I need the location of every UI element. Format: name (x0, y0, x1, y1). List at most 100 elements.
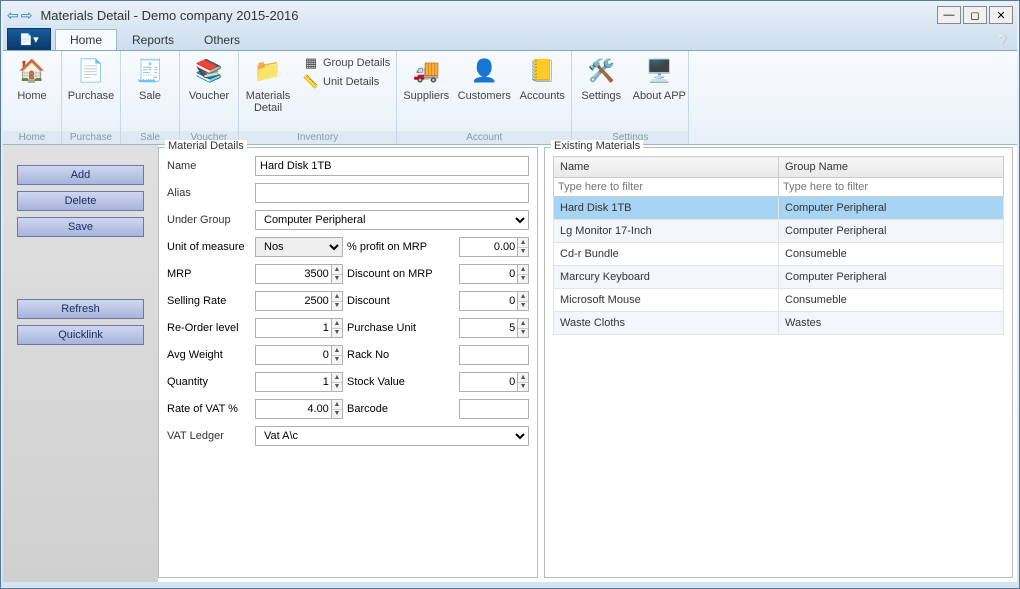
ribbon-settings-button[interactable]: 🛠️Settings (572, 51, 630, 131)
reorder-input[interactable] (255, 318, 331, 338)
label-stock-value: Stock Value (347, 376, 455, 388)
minimize-button[interactable]: ― (937, 6, 961, 24)
spinner[interactable]: ▲▼ (517, 237, 529, 257)
avg-weight-input[interactable] (255, 345, 331, 365)
app-menu-button[interactable]: 📄▾ (7, 28, 51, 50)
table-row[interactable]: Marcury KeyboardComputer Peripheral (554, 266, 1004, 289)
purchase-unit-input[interactable] (459, 318, 517, 338)
spinner[interactable]: ▲▼ (517, 264, 529, 284)
ribbon-suppliers-button[interactable]: 🚚Suppliers (397, 51, 455, 131)
nav-forward-icon[interactable]: ⇨ (21, 7, 33, 24)
table-row[interactable]: Lg Monitor 17-InchComputer Peripheral (554, 220, 1004, 243)
add-button[interactable]: Add (17, 165, 144, 185)
pct-profit-input[interactable] (459, 237, 517, 257)
ribbon-tabs: 📄▾ Home Reports Others ❔ (3, 27, 1017, 51)
nav-back-icon[interactable]: ⇦ (7, 7, 19, 24)
tab-others[interactable]: Others (189, 29, 255, 50)
ruler-icon: 📏 (303, 74, 319, 90)
under-group-select[interactable]: Computer Peripheral (255, 210, 529, 230)
home-icon: 🏠 (16, 55, 48, 87)
spinner[interactable]: ▲▼ (331, 264, 343, 284)
cell-name: Marcury Keyboard (554, 266, 779, 289)
delete-button[interactable]: Delete (17, 191, 144, 211)
label-rate-vat: Rate of VAT % (167, 403, 251, 415)
ribbon-home-button[interactable]: 🏠Home (3, 51, 61, 131)
sidebar: Add Delete Save Refresh Quicklink (3, 145, 158, 582)
spinner[interactable]: ▲▼ (331, 372, 343, 392)
ribbon-materials-detail-button[interactable]: 📁Materials Detail (239, 51, 297, 131)
spinner[interactable]: ▲▼ (517, 291, 529, 311)
spinner[interactable]: ▲▼ (331, 399, 343, 419)
table-row[interactable]: Microsoft MouseConsumeble (554, 289, 1004, 312)
filter-name-input[interactable] (554, 178, 778, 196)
uom-select[interactable]: Nos (255, 237, 343, 257)
col-name[interactable]: Name (554, 157, 779, 178)
ribbon-group-inventory: Inventory (239, 131, 396, 144)
quantity-input[interactable] (255, 372, 331, 392)
barcode-input[interactable] (459, 399, 529, 419)
monitor-icon: 🖥️ (643, 55, 675, 87)
cell-name: Hard Disk 1TB (554, 197, 779, 220)
quicklink-button[interactable]: Quicklink (17, 325, 144, 345)
existing-materials-legend: Existing Materials (551, 140, 643, 152)
stock-value-input[interactable] (459, 372, 517, 392)
save-button[interactable]: Save (17, 217, 144, 237)
alias-input[interactable] (255, 183, 529, 203)
selling-rate-input[interactable] (255, 291, 331, 311)
document-icon: 📄 (75, 55, 107, 87)
label-selling-rate: Selling Rate (167, 295, 251, 307)
ribbon-group-home: Home (3, 131, 61, 144)
maximize-button[interactable]: ◻ (963, 6, 987, 24)
table-row[interactable]: Cd-r BundleConsumeble (554, 243, 1004, 266)
name-input[interactable] (255, 156, 529, 176)
spinner[interactable]: ▲▼ (331, 345, 343, 365)
label-alias: Alias (167, 187, 251, 199)
tab-home[interactable]: Home (55, 29, 117, 50)
cell-name: Lg Monitor 17-Inch (554, 220, 779, 243)
material-details-legend: Material Details (165, 140, 247, 152)
person-icon: 👤 (468, 55, 500, 87)
col-group[interactable]: Group Name (779, 157, 1004, 178)
label-name: Name (167, 160, 251, 172)
spinner[interactable]: ▲▼ (331, 318, 343, 338)
cell-group: Computer Peripheral (779, 197, 1004, 220)
ribbon-customers-button[interactable]: 👤Customers (455, 51, 513, 131)
spinner[interactable]: ▲▼ (517, 318, 529, 338)
tab-reports[interactable]: Reports (117, 29, 189, 50)
cell-name: Cd-r Bundle (554, 243, 779, 266)
refresh-button[interactable]: Refresh (17, 299, 144, 319)
mrp-input[interactable] (255, 264, 331, 284)
receipt-icon: 🧾 (134, 55, 166, 87)
cell-group: Consumeble (779, 243, 1004, 266)
ribbon-purchase-button[interactable]: 📄Purchase (62, 51, 120, 131)
label-uom: Unit of measure (167, 241, 251, 253)
titlebar: ⇦ ⇨ Materials Detail - Demo company 2015… (3, 3, 1017, 27)
spinner[interactable]: ▲▼ (331, 291, 343, 311)
materials-table: Name Group Name Hard Disk 1TBComputer Pe… (553, 156, 1004, 335)
window-title: Materials Detail - Demo company 2015-201… (36, 8, 937, 23)
existing-materials-panel: Existing Materials Name Group Name Hard … (544, 147, 1013, 578)
ribbon-about-button[interactable]: 🖥️About APP (630, 51, 688, 131)
help-icon[interactable]: ❔ (995, 34, 1011, 50)
label-reorder: Re-Order level (167, 322, 251, 334)
ribbon-accounts-button[interactable]: 📒Accounts (513, 51, 571, 131)
material-details-panel: Material Details Name Alias Under Group … (158, 147, 538, 578)
label-quantity: Quantity (167, 376, 251, 388)
table-row[interactable]: Hard Disk 1TBComputer Peripheral (554, 197, 1004, 220)
vat-ledger-select[interactable]: Vat A\c (255, 426, 529, 446)
table-row[interactable]: Waste ClothsWastes (554, 312, 1004, 335)
rack-no-input[interactable] (459, 345, 529, 365)
ribbon-sale-button[interactable]: 🧾Sale (121, 51, 179, 131)
spinner[interactable]: ▲▼ (517, 372, 529, 392)
close-button[interactable]: ✕ (989, 6, 1013, 24)
cell-group: Consumeble (779, 289, 1004, 312)
cell-name: Waste Cloths (554, 312, 779, 335)
ribbon-group-account: Account (397, 131, 571, 144)
filter-group-input[interactable] (779, 178, 1003, 196)
rate-vat-input[interactable] (255, 399, 331, 419)
ribbon-group-details-button[interactable]: ▦Group Details (303, 55, 390, 71)
discount-input[interactable] (459, 291, 517, 311)
discount-mrp-input[interactable] (459, 264, 517, 284)
ribbon-voucher-button[interactable]: 📚Voucher (180, 51, 238, 131)
ribbon-unit-details-button[interactable]: 📏Unit Details (303, 74, 390, 90)
